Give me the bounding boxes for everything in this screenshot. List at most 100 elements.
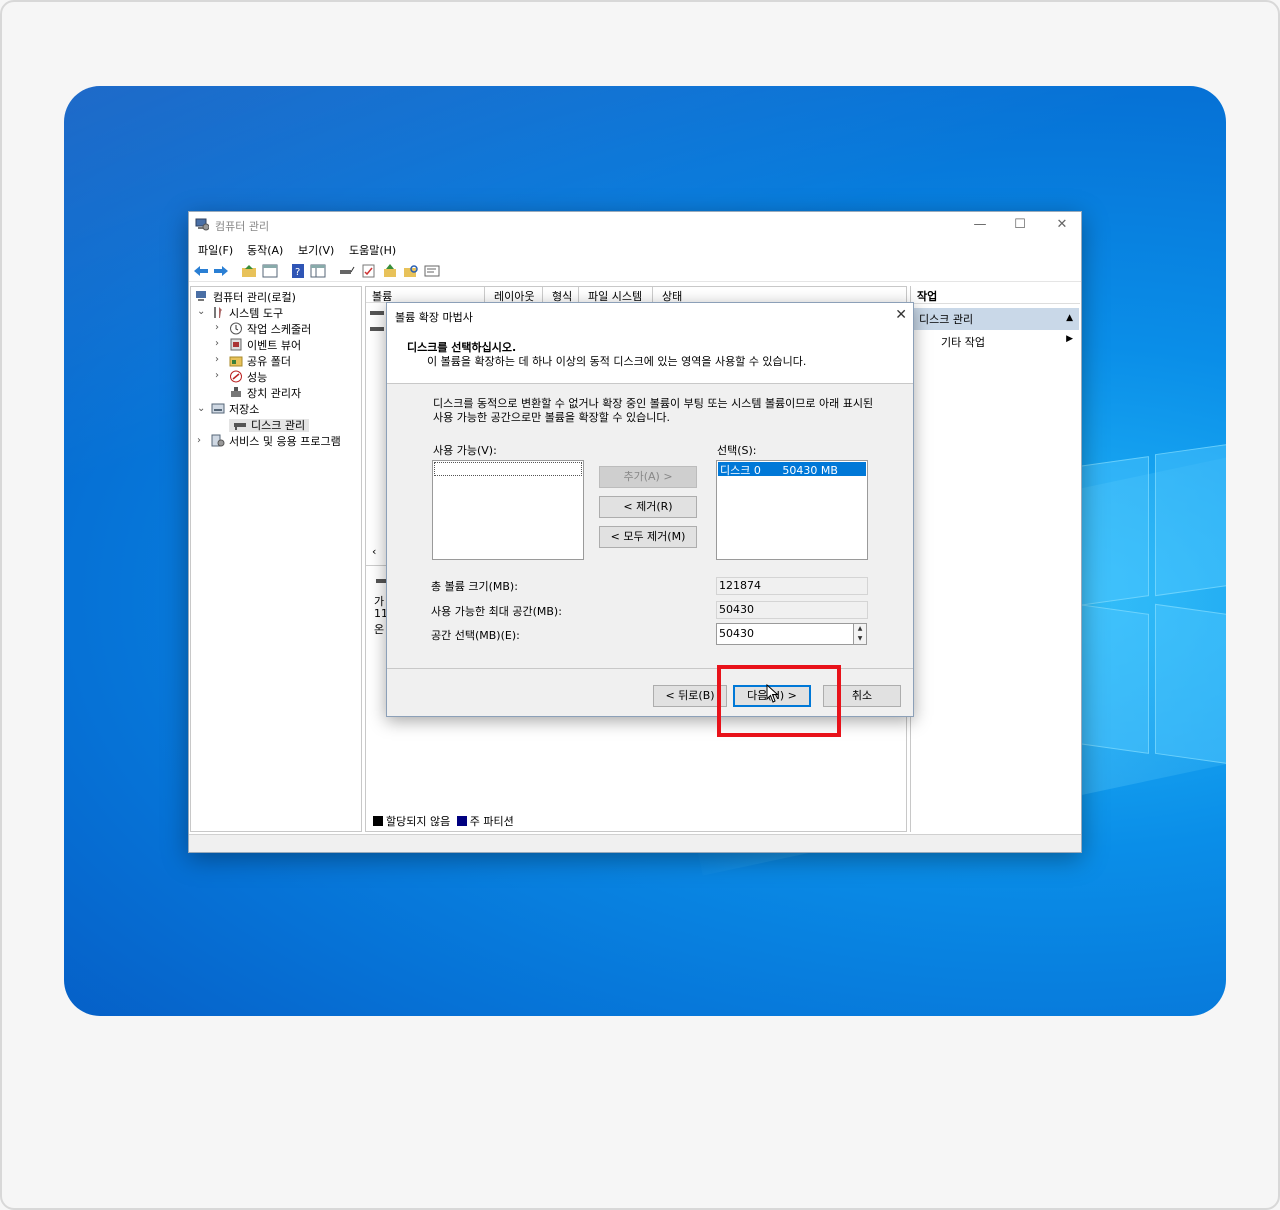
actions-header: 작업: [911, 286, 1080, 304]
dialog-description: 디스크를 동적으로 변환할 수 없거나 확장 중인 볼륨이 부팅 또는 시스템 …: [433, 397, 874, 424]
import-icon[interactable]: [382, 264, 398, 278]
tree-node-device-manager[interactable]: 장치 관리자: [229, 385, 301, 401]
disk-icon: [234, 423, 246, 430]
search-folder-icon[interactable]: [403, 264, 419, 278]
chevron-right-icon[interactable]: ›: [215, 322, 225, 333]
tree-label-event-viewer: 이벤트 뷰어: [247, 339, 302, 352]
collapse-up-icon[interactable]: ▲: [1066, 313, 1073, 323]
up-folder-icon[interactable]: [241, 264, 257, 278]
legend-unallocated: 할당되지 않음: [386, 815, 451, 828]
title-bar: 컴퓨터 관리 — ☐ ✕: [189, 212, 1081, 238]
extend-volume-wizard-dialog: 볼륨 확장 마법사 ✕ 디스크를 선택하십시오. 이 볼륨을 확장하는 데 하나…: [386, 302, 914, 717]
menu-view[interactable]: 보기(V): [298, 242, 334, 258]
chevron-right-icon[interactable]: ›: [215, 338, 225, 349]
column-divider[interactable]: [578, 287, 579, 303]
mouse-pointer-icon: [766, 684, 779, 703]
selected-disks-list[interactable]: 디스크 0 50430 MB: [716, 460, 868, 560]
column-divider[interactable]: [542, 287, 543, 303]
stepper-up-icon[interactable]: ▲: [854, 624, 866, 634]
list-focus-row: [434, 462, 582, 476]
column-divider[interactable]: [484, 287, 485, 303]
computer-management-icon: [195, 218, 209, 231]
menu-help[interactable]: 도움말(H): [349, 242, 396, 258]
storage-icon: [211, 403, 225, 414]
tree-node-task-scheduler[interactable]: 작업 스케줄러: [229, 321, 311, 337]
space-stepper[interactable]: ▲ ▼: [853, 623, 867, 645]
column-divider[interactable]: [652, 287, 653, 303]
computer-management-icon: [196, 291, 206, 301]
toolbar: ?: [189, 260, 1081, 282]
max-space-label: 사용 가능한 최대 공간(MB):: [431, 605, 562, 618]
menu-action[interactable]: 동작(A): [247, 242, 283, 258]
submenu-arrow-icon: ▶: [1066, 334, 1073, 344]
svg-text:?: ?: [295, 267, 300, 278]
tree-label-device-manager: 장치 관리자: [247, 387, 302, 400]
status-bar: [189, 834, 1081, 852]
disk-connect-icon[interactable]: [339, 264, 355, 278]
unallocated-swatch: [373, 816, 383, 826]
chevron-down-icon[interactable]: ⌄: [197, 403, 207, 414]
show-hide-tree-icon[interactable]: [262, 264, 278, 278]
clock-icon: [230, 322, 242, 335]
tree-label-performance: 성능: [247, 371, 268, 384]
primary-partition-swatch: [456, 816, 467, 826]
console-view-icon[interactable]: [310, 264, 326, 278]
dialog-subheading: 이 볼륨을 확장하는 데 하나 이상의 동적 디스크에 있는 영역을 사용할 수…: [427, 355, 807, 368]
windows-logo-wallpaper: [1079, 443, 1226, 765]
actions-group-label: 디스크 관리: [919, 313, 974, 326]
menu-bar: 파일(F) 동작(A) 보기(V) 도움말(H): [189, 238, 1081, 260]
back-button[interactable]: < 뒤로(B): [653, 685, 727, 707]
selected-disk-row[interactable]: 디스크 0 50430 MB: [718, 462, 866, 477]
shared-folder-icon: [229, 356, 243, 367]
dialog-title: 볼륨 확장 마법사: [387, 303, 913, 329]
tree-label-disk-management: 디스크 관리: [251, 419, 306, 432]
close-button[interactable]: ✕: [1051, 216, 1073, 234]
remove-button[interactable]: < 제거(R): [599, 496, 697, 518]
help-icon[interactable]: ?: [290, 264, 306, 278]
maximize-button[interactable]: ☐: [1009, 216, 1031, 234]
max-space-value: 50430: [716, 601, 868, 619]
volume-row-icon: [370, 311, 384, 315]
tree-node-root[interactable]: 컴퓨터 관리(로컬): [195, 289, 296, 305]
checklist-icon[interactable]: [361, 264, 377, 278]
actions-more[interactable]: 기타 작업 ▶: [941, 334, 1077, 350]
tree-label-root: 컴퓨터 관리(로컬): [213, 291, 296, 304]
tree-node-event-viewer[interactable]: 이벤트 뷰어: [229, 337, 301, 353]
services-icon: [211, 434, 225, 447]
performance-icon: [230, 370, 242, 383]
stepper-down-icon[interactable]: ▼: [854, 634, 866, 644]
tree-node-shared-folders[interactable]: 공유 폴더: [229, 353, 291, 369]
selected-disk-size: 50430 MB: [782, 464, 838, 477]
tree-label-shared-folders: 공유 폴더: [247, 355, 291, 368]
dialog-header: 디스크를 선택하십시오. 이 볼륨을 확장하는 데 하나 이상의 동적 디스크에…: [387, 329, 913, 384]
chevron-down-icon[interactable]: ⌄: [197, 306, 207, 317]
available-label: 사용 가능(V):: [433, 444, 497, 457]
chevron-right-icon[interactable]: ›: [215, 370, 225, 381]
menu-file[interactable]: 파일(F): [198, 242, 233, 258]
chevron-right-icon[interactable]: ›: [215, 354, 225, 365]
select-space-label: 공간 선택(MB)(E):: [431, 629, 520, 642]
chevron-right-icon[interactable]: ›: [197, 435, 207, 446]
tree-node-services[interactable]: 서비스 및 응용 프로그램: [211, 433, 341, 449]
minimize-button[interactable]: —: [969, 216, 991, 234]
scroll-left-button[interactable]: ‹: [372, 545, 376, 558]
select-space-input[interactable]: 50430: [716, 623, 854, 645]
event-viewer-icon: [230, 338, 242, 351]
add-button[interactable]: 추가(A) >: [599, 466, 697, 488]
tree-node-system-tools[interactable]: 시스템 도구: [211, 305, 283, 321]
available-disks-list[interactable]: [432, 460, 584, 560]
tree-node-storage[interactable]: 저장소: [211, 401, 259, 417]
tree-node-performance[interactable]: 성능: [229, 369, 267, 385]
forward-arrow-icon[interactable]: [213, 264, 229, 278]
selected-disk-name: 디스크 0: [720, 464, 761, 477]
properties-icon[interactable]: [424, 264, 440, 278]
tree-node-disk-management[interactable]: 디스크 관리: [229, 417, 310, 433]
navigation-tree: 컴퓨터 관리(로컬) ⌄ 시스템 도구 › 작업 스케줄러 › 이벤트 뷰어 ›…: [190, 286, 362, 832]
tree-label-services: 서비스 및 응용 프로그램: [229, 435, 341, 448]
back-arrow-icon[interactable]: [193, 264, 209, 278]
remove-all-button[interactable]: < 모두 제거(M): [599, 526, 697, 548]
actions-pane: 작업 디스크 관리 ▲ 기타 작업 ▶: [910, 286, 1080, 832]
selected-label: 선택(S):: [717, 444, 757, 457]
dialog-close-icon[interactable]: ✕: [895, 307, 907, 323]
actions-group-disk-management[interactable]: 디스크 관리 ▲: [913, 308, 1079, 330]
